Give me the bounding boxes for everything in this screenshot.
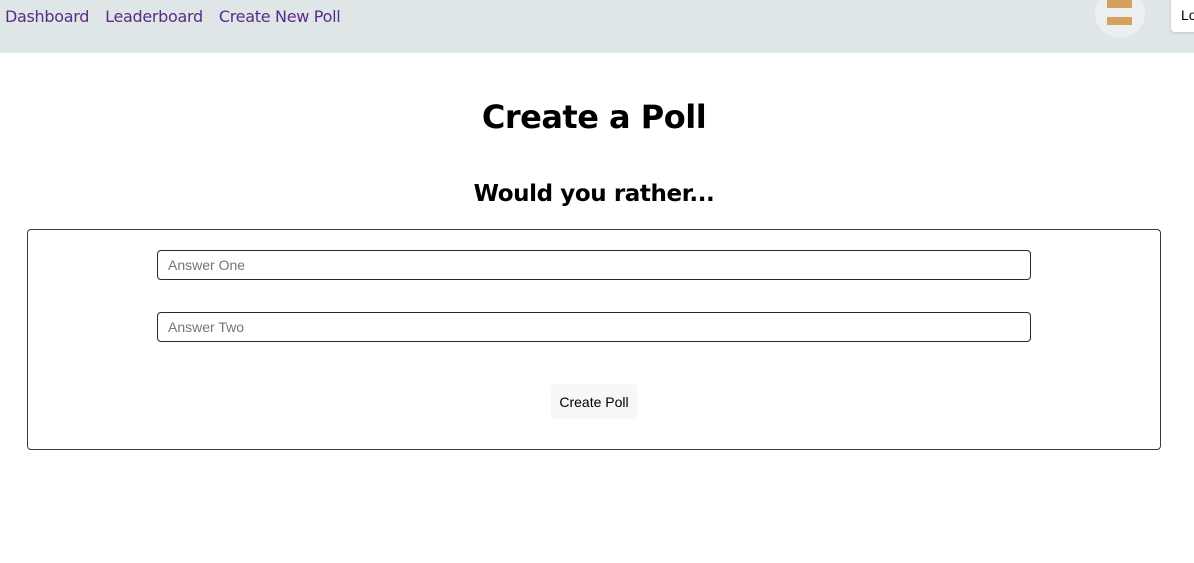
new-poll-form: Create Poll: [27, 229, 1161, 450]
avatar-icon-stripe-top: [1107, 0, 1132, 8]
nav-links: Dashboard Leaderboard Create New Poll: [5, 7, 341, 26]
page-title: Create a Poll: [481, 98, 707, 136]
nav-link-leaderboard[interactable]: Leaderboard: [105, 7, 203, 26]
logout-button[interactable]: Lo: [1171, 0, 1194, 32]
nav-link-create-new-poll[interactable]: Create New Poll: [219, 7, 341, 26]
poll-question-heading: Would you rather...: [473, 181, 715, 207]
answer-one-input[interactable]: [157, 250, 1031, 280]
create-poll-button[interactable]: Create Poll: [551, 384, 637, 419]
avatar-icon-stripe-bottom: [1107, 17, 1132, 25]
top-navbar: Dashboard Leaderboard Create New Poll Lo: [0, 0, 1194, 53]
nav-link-dashboard[interactable]: Dashboard: [5, 7, 89, 26]
answer-two-input[interactable]: [157, 312, 1031, 342]
avatar: [1095, 0, 1145, 38]
